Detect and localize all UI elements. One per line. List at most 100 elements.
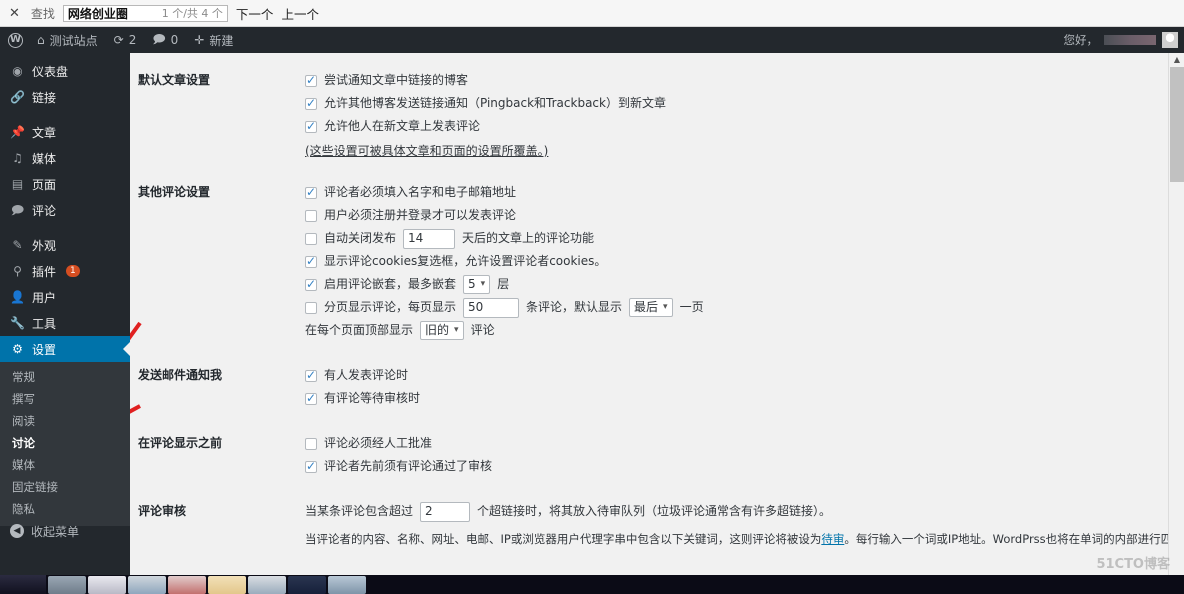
plus-icon: ✛ bbox=[194, 33, 205, 47]
comments-per-page-input[interactable]: 50 bbox=[463, 297, 520, 318]
checkbox[interactable] bbox=[305, 254, 317, 268]
taskbar-item[interactable] bbox=[208, 575, 246, 594]
checkbox[interactable] bbox=[305, 459, 317, 473]
submenu-item-writing[interactable]: 撰写 bbox=[0, 388, 130, 410]
sidebar-item-links[interactable]: 🔗 链接 bbox=[0, 84, 130, 110]
sidebar-item-settings[interactable]: ⚙ 设置 bbox=[0, 336, 130, 362]
greeting-label: 您好， bbox=[1063, 33, 1099, 47]
submenu-item-general[interactable]: 常规 bbox=[0, 366, 130, 388]
checkbox[interactable] bbox=[305, 277, 317, 291]
moderation-desc-link[interactable]: 待审 bbox=[821, 532, 844, 546]
checkbox[interactable] bbox=[305, 96, 317, 110]
chevron-up-icon[interactable]: ▲ bbox=[1170, 53, 1184, 66]
sidebar-item-pages[interactable]: ▤ 页面 bbox=[0, 171, 130, 197]
link-threshold-input[interactable]: 2 bbox=[420, 501, 471, 522]
option-ping-linked-blogs[interactable]: 尝试通知文章中链接的博客 bbox=[305, 69, 1184, 92]
option-email-on-comment[interactable]: 有人发表评论时 bbox=[305, 364, 1184, 387]
option-require-name-email[interactable]: 评论者必须填入名字和电子邮箱地址 bbox=[305, 181, 1184, 204]
option-manual-approve[interactable]: 评论必须经人工批准 bbox=[305, 432, 1184, 455]
checkbox[interactable] bbox=[305, 209, 317, 222]
checkbox[interactable] bbox=[305, 185, 317, 199]
sidebar-item-tools[interactable]: 🔧 工具 bbox=[0, 310, 130, 336]
option-allow-comments[interactable]: 允许他人在新文章上发表评论 bbox=[305, 115, 1184, 138]
option-comment-order[interactable]: 在每个页面顶部显示 旧的 ▾ 评论 bbox=[305, 319, 1184, 342]
submenu-item-privacy[interactable]: 隐私 bbox=[0, 498, 130, 520]
find-prev-button[interactable]: 上一个 bbox=[281, 4, 319, 23]
sidebar-item-label: 页面 bbox=[32, 177, 57, 192]
account-menu[interactable]: 您好， bbox=[1063, 32, 1178, 48]
submenu-item-discussion[interactable]: 讨论 bbox=[0, 432, 130, 454]
option-email-on-moderation[interactable]: 有评论等待审核时 bbox=[305, 387, 1184, 410]
collapse-menu-button[interactable]: ◀ 收起菜单 bbox=[0, 519, 130, 543]
sidebar-item-dashboard[interactable]: ◉ 仪表盘 bbox=[0, 58, 130, 84]
sidebar-item-plugins[interactable]: ⚲ 插件 1 bbox=[0, 258, 130, 284]
taskbar-item[interactable] bbox=[248, 575, 286, 594]
option-previously-approved[interactable]: 评论者先前须有评论通过了审核 bbox=[305, 455, 1184, 478]
option-allow-pingbacks[interactable]: 允许其他博客发送链接通知（Pingback和Trackback）到新文章 bbox=[305, 92, 1184, 115]
submenu-item-permalinks[interactable]: 固定链接 bbox=[0, 476, 130, 498]
comment-order-select[interactable]: 旧的 ▾ bbox=[420, 321, 464, 340]
link-icon: 🔗 bbox=[10, 90, 25, 104]
comments-count: 0 bbox=[170, 33, 179, 47]
os-taskbar bbox=[0, 575, 1184, 594]
option-thread-comments[interactable]: 启用评论嵌套，最多嵌套 5 ▾ 层 bbox=[305, 273, 1184, 296]
option-label: 有人发表评论时 bbox=[324, 368, 409, 382]
checkbox[interactable] bbox=[305, 73, 317, 87]
checkbox[interactable] bbox=[305, 301, 317, 314]
wp-logo-button[interactable]: W bbox=[0, 27, 29, 53]
thread-depth-select[interactable]: 5 ▾ bbox=[463, 275, 491, 294]
taskbar-item[interactable] bbox=[288, 575, 326, 594]
option-label: 评论者先前须有评论通过了审核 bbox=[324, 459, 493, 473]
section-label: 在评论显示之前 bbox=[138, 436, 223, 450]
option-label: 尝试通知文章中链接的博客 bbox=[324, 73, 469, 87]
taskbar-item[interactable] bbox=[88, 575, 126, 594]
close-icon[interactable]: ✕ bbox=[6, 6, 23, 21]
site-name-button[interactable]: ⌂ 测试站点 bbox=[29, 27, 106, 53]
option-page-comments[interactable]: 分页显示评论，每页显示 50 条评论，默认显示 最后 ▾ 一页 bbox=[305, 296, 1184, 319]
collapse-menu-label: 收起菜单 bbox=[31, 524, 80, 539]
sidebar-item-appearance[interactable]: ✎ 外观 bbox=[0, 232, 130, 258]
taskbar-item[interactable] bbox=[48, 575, 86, 594]
option-label: 有评论等待审核时 bbox=[324, 391, 421, 405]
sidebar-item-label: 用户 bbox=[32, 290, 57, 305]
moderation-link-threshold-row[interactable]: 当某条评论包含超过 2 个超链接时，将其放入待审队列（垃圾评论通常含有许多超链接… bbox=[305, 500, 1184, 523]
option-label-pre: 分页显示评论，每页显示 bbox=[324, 300, 457, 314]
scrollbar-thumb[interactable] bbox=[1170, 67, 1184, 182]
option-show-cookies-optin[interactable]: 显示评论cookies复选框，允许设置评论者cookies。 bbox=[305, 250, 1184, 273]
taskbar-item[interactable] bbox=[168, 575, 206, 594]
close-days-input[interactable]: 14 bbox=[403, 228, 456, 249]
checkbox[interactable] bbox=[305, 232, 317, 245]
comment-order-value: 旧的 bbox=[425, 323, 450, 337]
sidebar-item-media[interactable]: ♫ 媒体 bbox=[0, 145, 130, 171]
checkbox[interactable] bbox=[305, 391, 317, 405]
sidebar-item-users[interactable]: 👤 用户 bbox=[0, 284, 130, 310]
checkbox[interactable] bbox=[305, 368, 317, 382]
checkbox[interactable] bbox=[305, 437, 317, 450]
page-scrollbar[interactable]: ▲ bbox=[1168, 53, 1184, 594]
updates-button[interactable]: ⟳ 2 bbox=[106, 27, 145, 53]
find-next-button[interactable]: 下一个 bbox=[236, 4, 274, 23]
section-label: 发送邮件通知我 bbox=[138, 368, 223, 382]
option-close-comments-days[interactable]: 自动关闭发布 14 天后的文章上的评论功能 bbox=[305, 227, 1184, 250]
option-require-registration[interactable]: 用户必须注册并登录才可以发表评论 bbox=[305, 204, 1184, 227]
settings-submenu: 常规 撰写 阅读 讨论 媒体 固定链接 隐私 bbox=[0, 362, 130, 526]
submenu-item-reading[interactable]: 阅读 bbox=[0, 410, 130, 432]
sidebar-item-label: 外观 bbox=[32, 238, 57, 253]
sidebar-item-comments[interactable]: 🗩 评论 bbox=[0, 197, 130, 223]
default-comments-page-select[interactable]: 最后 ▾ bbox=[629, 298, 673, 317]
taskbar-item[interactable] bbox=[128, 575, 166, 594]
new-content-button[interactable]: ✛ 新建 bbox=[186, 27, 241, 53]
settings-icon: ⚙ bbox=[12, 342, 23, 356]
option-label: 评论者必须填入名字和电子邮箱地址 bbox=[324, 185, 517, 199]
option-label-post: 一页 bbox=[679, 300, 704, 314]
section-other-comment-settings: 其他评论设置 评论者必须填入名字和电子邮箱地址 用户必须注册并登录才可以发表评论… bbox=[130, 181, 1184, 342]
checkbox[interactable] bbox=[305, 119, 317, 133]
start-button[interactable] bbox=[0, 575, 46, 594]
comments-button[interactable]: 🗩 0 bbox=[144, 27, 186, 53]
sidebar-item-posts[interactable]: 📌 文章 bbox=[0, 119, 130, 145]
find-input[interactable]: 网络创业圈 1 个/共 4 个 bbox=[62, 4, 228, 22]
submenu-item-media[interactable]: 媒体 bbox=[0, 454, 130, 476]
moderation-keys-description: 当评论者的内容、名称、网址、电邮、IP或浏览器用户代理字串中包含以下关键词，这则… bbox=[305, 530, 1184, 548]
taskbar-item[interactable] bbox=[328, 575, 366, 594]
